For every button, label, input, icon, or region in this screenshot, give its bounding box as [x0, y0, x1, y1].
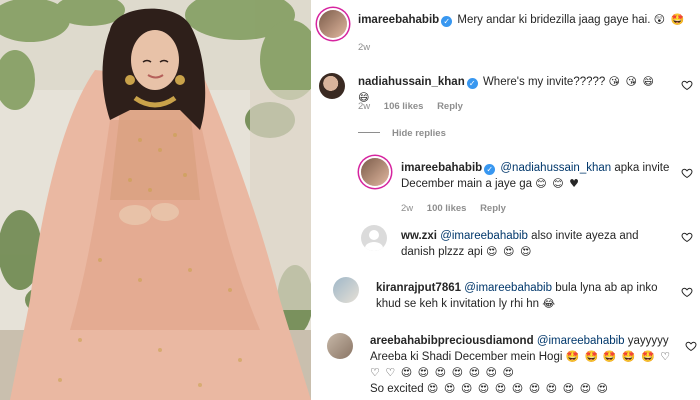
avatar[interactable]	[333, 277, 359, 303]
reply-button[interactable]: Reply	[437, 101, 463, 112]
avatar[interactable]	[327, 333, 353, 359]
like-heart-icon[interactable]	[681, 79, 693, 91]
comment-time: 2w	[358, 101, 371, 112]
post-photo	[0, 0, 311, 400]
comment-mention[interactable]: @imareebahabib	[537, 335, 625, 347]
avatar[interactable]	[361, 158, 389, 186]
comment-emojis: 😂	[542, 297, 557, 310]
comment-likes[interactable]: 106 likes	[384, 101, 424, 112]
comment-emojis: 🤩 🤩	[565, 350, 600, 363]
verified-badge-icon: ✓	[466, 78, 478, 89]
comment-username[interactable]: ww.zxi	[401, 230, 437, 242]
comment-mention[interactable]: @imareebahabib	[464, 282, 552, 294]
comment-time: 2w	[401, 203, 414, 214]
comment-emojis: 😍 😍 😍 😍 😍 😍 😍 😍 😍 😍 😍	[426, 382, 610, 395]
comment-mention[interactable]: @nadiahussain_khan	[500, 162, 611, 174]
comment-text: Where's my invite?????	[482, 76, 606, 88]
thread-divider	[358, 132, 380, 133]
comments-panel: imareebahabib ✓ Mery andar ki bridezilla …	[311, 0, 700, 400]
comment-emojis: 😍 😍 😍	[486, 245, 533, 258]
like-heart-icon[interactable]	[685, 340, 697, 352]
hide-replies-label: Hide replies	[392, 128, 446, 139]
comment-likes[interactable]: 100 likes	[427, 203, 467, 214]
comment-emojis: 😲 🤩	[653, 13, 686, 26]
avatar[interactable]	[319, 10, 347, 38]
default-avatar-icon	[365, 230, 383, 251]
comment-username[interactable]: nadiahussain_khan	[358, 76, 465, 88]
comment-text: Mery andar ki bridezilla jaag gaye hai.	[457, 14, 651, 26]
like-heart-icon[interactable]	[681, 286, 693, 298]
comment-username[interactable]: imareebahabib	[401, 162, 482, 174]
verified-badge-icon: ✓	[484, 164, 496, 175]
verified-badge-icon: ✓	[441, 16, 453, 27]
like-heart-icon[interactable]	[681, 231, 693, 243]
hide-replies-button[interactable]: Hide replies	[358, 128, 446, 139]
comment-emojis: 😊 😊 ♥	[535, 177, 581, 190]
bride-photo-illustration	[0, 0, 311, 400]
avatar[interactable]	[361, 225, 387, 251]
comment-text: So excited	[370, 383, 424, 395]
comment-mention[interactable]: @imareebahabib	[440, 230, 528, 242]
comment-username[interactable]: imareebahabib	[358, 14, 439, 26]
comment-time: 2w	[358, 42, 371, 53]
comment-username[interactable]: areebahabibpreciousdiamond	[370, 335, 534, 347]
avatar[interactable]	[319, 73, 345, 99]
reply-button[interactable]: Reply	[480, 203, 506, 214]
comment-username[interactable]: kiranrajput7861	[376, 282, 461, 294]
like-heart-icon[interactable]	[681, 167, 693, 179]
